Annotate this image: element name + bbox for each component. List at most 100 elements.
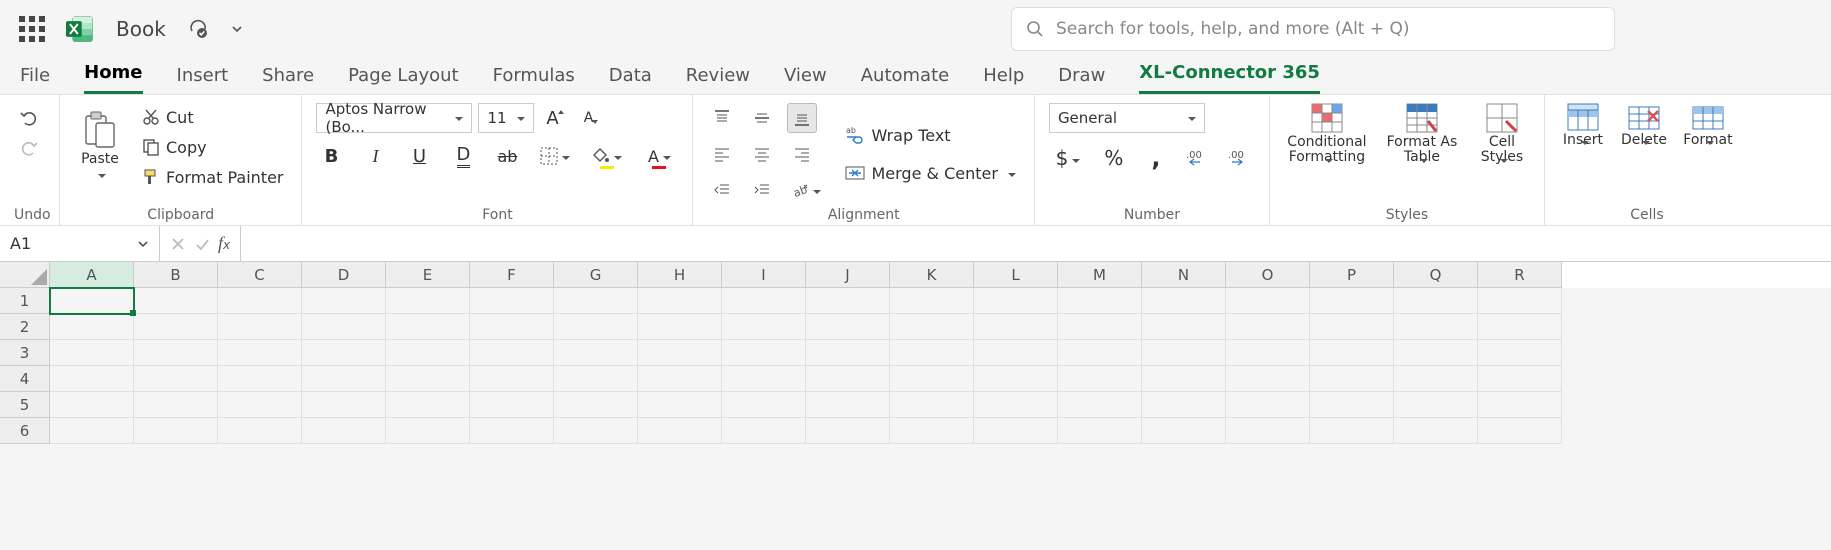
- cell-Q3[interactable]: [1394, 340, 1478, 366]
- cell-E6[interactable]: [386, 418, 470, 444]
- cell-B6[interactable]: [134, 418, 218, 444]
- cell-I1[interactable]: [722, 288, 806, 314]
- select-all-corner[interactable]: [0, 262, 50, 288]
- cell-N2[interactable]: [1142, 314, 1226, 340]
- orientation-button[interactable]: ab: [787, 175, 825, 205]
- cell-C3[interactable]: [218, 340, 302, 366]
- cell-A6[interactable]: [50, 418, 134, 444]
- copy-button[interactable]: Copy: [138, 133, 287, 161]
- cell-I3[interactable]: [722, 340, 806, 366]
- cell-N3[interactable]: [1142, 340, 1226, 366]
- cell-styles-button[interactable]: Cell Styles: [1474, 103, 1530, 169]
- cell-B5[interactable]: [134, 392, 218, 418]
- row-header-2[interactable]: 2: [0, 314, 50, 340]
- tab-xl-connector-365[interactable]: XL-Connector 365: [1139, 60, 1320, 94]
- column-header-O[interactable]: O: [1226, 262, 1310, 288]
- cell-F3[interactable]: [470, 340, 554, 366]
- cell-H4[interactable]: [638, 366, 722, 392]
- column-header-D[interactable]: D: [302, 262, 386, 288]
- cell-L4[interactable]: [974, 366, 1058, 392]
- tab-view[interactable]: View: [784, 63, 827, 94]
- column-header-E[interactable]: E: [386, 262, 470, 288]
- title-dropdown-icon[interactable]: [230, 22, 244, 36]
- column-header-P[interactable]: P: [1310, 262, 1394, 288]
- cell-J6[interactable]: [806, 418, 890, 444]
- enter-formula-icon[interactable]: [194, 236, 210, 252]
- cell-M3[interactable]: [1058, 340, 1142, 366]
- cell-F6[interactable]: [470, 418, 554, 444]
- cell-O5[interactable]: [1226, 392, 1310, 418]
- cell-A2[interactable]: [50, 314, 134, 340]
- cell-G6[interactable]: [554, 418, 638, 444]
- cell-E5[interactable]: [386, 392, 470, 418]
- cell-Q1[interactable]: [1394, 288, 1478, 314]
- font-name-select[interactable]: Aptos Narrow (Bo...: [316, 103, 472, 133]
- document-title[interactable]: Book: [116, 17, 166, 41]
- cell-B2[interactable]: [134, 314, 218, 340]
- decrease-font-size-button[interactable]: A: [576, 103, 606, 133]
- cell-R2[interactable]: [1478, 314, 1562, 340]
- cell-O1[interactable]: [1226, 288, 1310, 314]
- number-format-select[interactable]: General: [1049, 103, 1205, 133]
- cell-G2[interactable]: [554, 314, 638, 340]
- bold-button[interactable]: B: [316, 141, 346, 171]
- cell-F1[interactable]: [470, 288, 554, 314]
- cell-A3[interactable]: [50, 340, 134, 366]
- cell-J4[interactable]: [806, 366, 890, 392]
- cell-P3[interactable]: [1310, 340, 1394, 366]
- align-bottom-button[interactable]: [787, 103, 817, 133]
- cell-G4[interactable]: [554, 366, 638, 392]
- cell-J2[interactable]: [806, 314, 890, 340]
- cell-C1[interactable]: [218, 288, 302, 314]
- formula-input[interactable]: [241, 226, 1831, 261]
- insert-cells-button[interactable]: Insert: [1559, 103, 1607, 152]
- cut-button[interactable]: Cut: [138, 103, 287, 131]
- format-cells-button[interactable]: Format: [1681, 103, 1735, 152]
- cell-I4[interactable]: [722, 366, 806, 392]
- column-header-M[interactable]: M: [1058, 262, 1142, 288]
- row-header-4[interactable]: 4: [0, 366, 50, 392]
- cell-M2[interactable]: [1058, 314, 1142, 340]
- tab-automate[interactable]: Automate: [861, 63, 950, 94]
- cell-N4[interactable]: [1142, 366, 1226, 392]
- column-header-B[interactable]: B: [134, 262, 218, 288]
- column-header-F[interactable]: F: [470, 262, 554, 288]
- cell-N1[interactable]: [1142, 288, 1226, 314]
- cell-D3[interactable]: [302, 340, 386, 366]
- increase-font-size-button[interactable]: A: [540, 103, 570, 133]
- cell-P4[interactable]: [1310, 366, 1394, 392]
- cell-G3[interactable]: [554, 340, 638, 366]
- increase-decimal-button[interactable]: .00: [1183, 143, 1213, 173]
- tab-file[interactable]: File: [20, 63, 50, 94]
- paste-dropdown-icon[interactable]: [94, 169, 106, 184]
- cell-J5[interactable]: [806, 392, 890, 418]
- cell-D6[interactable]: [302, 418, 386, 444]
- cell-C5[interactable]: [218, 392, 302, 418]
- conditional-formatting-button[interactable]: Conditional Formatting: [1284, 103, 1370, 169]
- tab-formulas[interactable]: Formulas: [493, 63, 575, 94]
- align-top-button[interactable]: [707, 103, 737, 133]
- format-painter-button[interactable]: Format Painter: [138, 163, 287, 191]
- cell-Q4[interactable]: [1394, 366, 1478, 392]
- column-header-N[interactable]: N: [1142, 262, 1226, 288]
- cell-C6[interactable]: [218, 418, 302, 444]
- cell-E3[interactable]: [386, 340, 470, 366]
- cell-D2[interactable]: [302, 314, 386, 340]
- row-header-6[interactable]: 6: [0, 418, 50, 444]
- insert-function-icon[interactable]: fx: [218, 233, 230, 254]
- wrap-text-button[interactable]: ab Wrap Text: [841, 121, 1019, 149]
- cell-F2[interactable]: [470, 314, 554, 340]
- cell-N5[interactable]: [1142, 392, 1226, 418]
- cell-O4[interactable]: [1226, 366, 1310, 392]
- cell-H5[interactable]: [638, 392, 722, 418]
- cell-Q5[interactable]: [1394, 392, 1478, 418]
- cell-G5[interactable]: [554, 392, 638, 418]
- paste-button[interactable]: Paste: [74, 110, 126, 185]
- tab-draw[interactable]: Draw: [1058, 63, 1105, 94]
- italic-button[interactable]: I: [360, 141, 390, 171]
- row-header-5[interactable]: 5: [0, 392, 50, 418]
- column-header-C[interactable]: C: [218, 262, 302, 288]
- column-header-H[interactable]: H: [638, 262, 722, 288]
- cell-K5[interactable]: [890, 392, 974, 418]
- cell-I5[interactable]: [722, 392, 806, 418]
